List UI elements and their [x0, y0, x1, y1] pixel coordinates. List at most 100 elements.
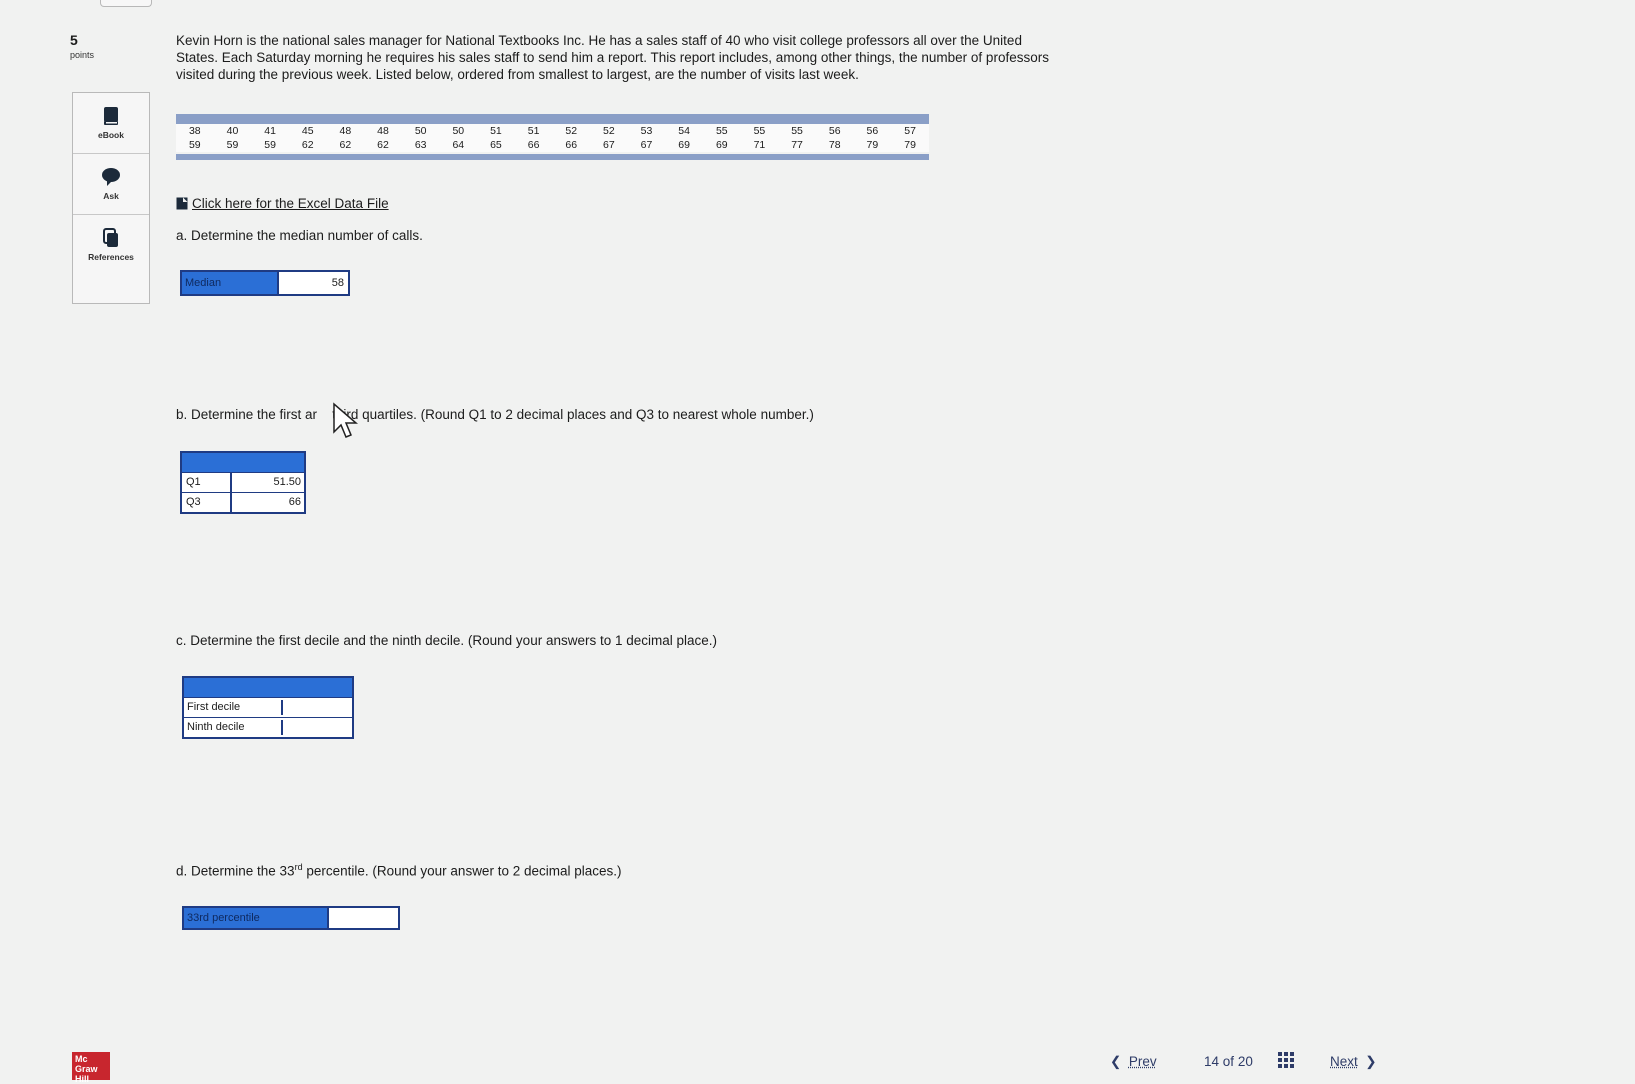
data-cell: 51 [515, 124, 553, 138]
data-cell: 77 [778, 138, 816, 152]
grid-icon[interactable] [1278, 1052, 1294, 1068]
data-table-header [176, 114, 929, 124]
excel-data-link-text[interactable]: Click here for the Excel Data File [192, 196, 389, 211]
mouse-cursor-icon [332, 402, 358, 440]
quartiles-table: Q1 51.50 Q3 66 [180, 451, 306, 514]
part-a-prompt: a. Determine the median number of calls. [176, 228, 423, 243]
data-cell: 66 [552, 138, 590, 152]
q1-label: Q1 [182, 473, 230, 492]
page-counter: 14 of 20 [1204, 1054, 1253, 1069]
data-cell: 53 [628, 124, 666, 138]
data-cell: 59 [176, 138, 214, 152]
book-icon [102, 106, 120, 126]
ebook-button[interactable]: eBook [73, 93, 149, 154]
chevron-right-icon: ❯ [1365, 1054, 1376, 1069]
tools-sidebar: eBook Ask References [72, 92, 150, 304]
data-cell: 55 [703, 124, 741, 138]
percentile-answer-row: 33rd percentile [182, 906, 400, 930]
top-tab[interactable] [100, 0, 152, 7]
first-decile-input[interactable] [281, 700, 350, 715]
data-cell: 62 [364, 138, 402, 152]
part-d-prompt-end: percentile. (Round your answer to 2 deci… [303, 864, 622, 879]
data-cell: 41 [251, 124, 289, 138]
data-cell: 71 [741, 138, 779, 152]
data-cell: 66 [515, 138, 553, 152]
page-total: 20 [1238, 1054, 1253, 1069]
q3-input[interactable]: 66 [230, 493, 304, 512]
ninth-decile-input[interactable] [281, 720, 350, 735]
excel-data-link[interactable]: Click here for the Excel Data File [176, 196, 389, 211]
median-label: Median [182, 272, 277, 294]
part-d-prompt-sup: rd [295, 862, 303, 872]
data-cell: 79 [854, 138, 892, 152]
part-c-prompt: c. Determine the first decile and the ni… [176, 633, 717, 648]
data-cell: 62 [289, 138, 327, 152]
table-row: First decile [184, 697, 352, 717]
data-cell: 56 [816, 124, 854, 138]
data-cell: 67 [590, 138, 628, 152]
ebook-label: eBook [98, 130, 124, 140]
part-d-prompt-start: d. Determine the 33 [176, 864, 295, 879]
data-cell: 78 [816, 138, 854, 152]
data-cell: 50 [402, 124, 440, 138]
chevron-left-icon: ❮ [1110, 1054, 1121, 1069]
speech-bubble-icon [101, 167, 121, 187]
table-row: Ninth decile [184, 717, 352, 737]
documents-icon [102, 228, 120, 248]
data-cell: 54 [665, 124, 703, 138]
mcgraw-hill-logo: Mc Graw Hill [72, 1052, 110, 1080]
table-row: Q3 66 [182, 492, 304, 512]
references-label: References [88, 252, 134, 262]
data-cell: 63 [402, 138, 440, 152]
prev-button[interactable]: ❮ Prev [1110, 1054, 1157, 1070]
data-cell: 51 [477, 124, 515, 138]
data-cell: 67 [628, 138, 666, 152]
data-cell: 79 [891, 138, 929, 152]
deciles-table-header [184, 678, 352, 697]
next-label: Next [1330, 1054, 1358, 1069]
median-input[interactable]: 58 [277, 272, 348, 294]
data-cell: 57 [891, 124, 929, 138]
q1-input[interactable]: 51.50 [230, 473, 304, 492]
table-row: Q1 51.50 [182, 472, 304, 492]
page-current: 14 [1204, 1054, 1219, 1069]
data-table: 38 40 41 45 48 48 50 50 51 51 52 52 53 54 55 55 55 56 56 57… [176, 124, 929, 152]
percentile-input[interactable] [327, 908, 398, 928]
data-cell: 38 [176, 124, 214, 138]
median-answer-row: Median 58 [180, 270, 350, 296]
part-b-prompt: b. Determine the first ar third quartile… [176, 407, 814, 422]
part-b-prompt-start: b. Determine the first ar [176, 407, 317, 422]
table-row: 38 40 41 45 48 48 50 50 51 51 52 52 53 54 55 55 55 56 56 57 [176, 124, 929, 138]
data-table-panel: 38 40 41 45 48 48 50 50 51 51 52 52 53 54 55 55 55 56 56 57… [176, 114, 929, 160]
data-cell: 65 [477, 138, 515, 152]
data-cell: 62 [327, 138, 365, 152]
data-table-footer [176, 154, 929, 160]
question-number: 5 [70, 32, 78, 48]
data-cell: 69 [665, 138, 703, 152]
data-cell: 59 [251, 138, 289, 152]
data-cell: 40 [214, 124, 252, 138]
part-d-prompt: d. Determine the 33rd percentile. (Round… [176, 862, 622, 879]
ninth-decile-label: Ninth decile [184, 718, 279, 737]
data-cell: 48 [364, 124, 402, 138]
data-cell: 50 [439, 124, 477, 138]
q3-label: Q3 [182, 493, 230, 512]
data-cell: 59 [214, 138, 252, 152]
deciles-table: First decile Ninth decile [182, 676, 354, 739]
ask-button[interactable]: Ask [73, 154, 149, 215]
next-button[interactable]: Next ❯ [1330, 1054, 1377, 1070]
data-cell: 55 [741, 124, 779, 138]
question-text: Kevin Horn is the national sales manager… [176, 32, 1066, 83]
data-cell: 52 [590, 124, 628, 138]
part-b-prompt-end: third quartiles. (Round Q1 to 2 decimal … [332, 407, 814, 422]
first-decile-label: First decile [184, 698, 279, 717]
data-cell: 45 [289, 124, 327, 138]
references-button[interactable]: References [73, 215, 149, 275]
ask-label: Ask [103, 191, 119, 201]
quartiles-table-header [182, 453, 304, 472]
percentile-label: 33rd percentile [184, 908, 327, 928]
page-of: of [1223, 1054, 1234, 1069]
data-cell: 64 [439, 138, 477, 152]
table-row: 59 59 59 62 62 62 63 64 65 66 66 67 67 69 69 71 77 78 79 79 [176, 138, 929, 152]
data-cell: 56 [854, 124, 892, 138]
